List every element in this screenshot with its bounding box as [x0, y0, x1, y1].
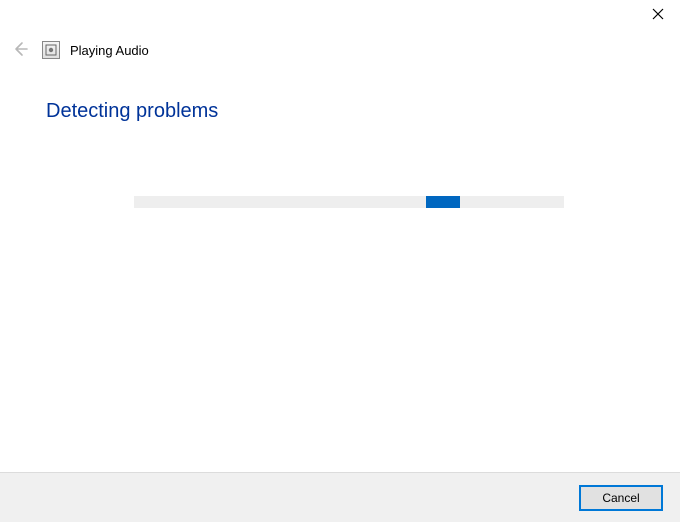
back-button[interactable]	[8, 38, 32, 62]
titlebar	[635, 0, 680, 32]
progress-bar	[134, 196, 564, 208]
footer: Cancel	[0, 472, 680, 522]
close-icon	[652, 8, 664, 23]
arrow-left-icon	[12, 41, 28, 60]
troubleshooter-icon	[42, 41, 60, 59]
close-button[interactable]	[635, 0, 680, 30]
header: Playing Audio	[8, 38, 149, 62]
page-heading: Detecting problems	[46, 100, 634, 123]
progress-indicator	[426, 196, 460, 208]
window-title: Playing Audio	[70, 43, 149, 58]
cancel-button[interactable]: Cancel	[580, 486, 662, 510]
content-area: Detecting problems	[46, 100, 634, 123]
